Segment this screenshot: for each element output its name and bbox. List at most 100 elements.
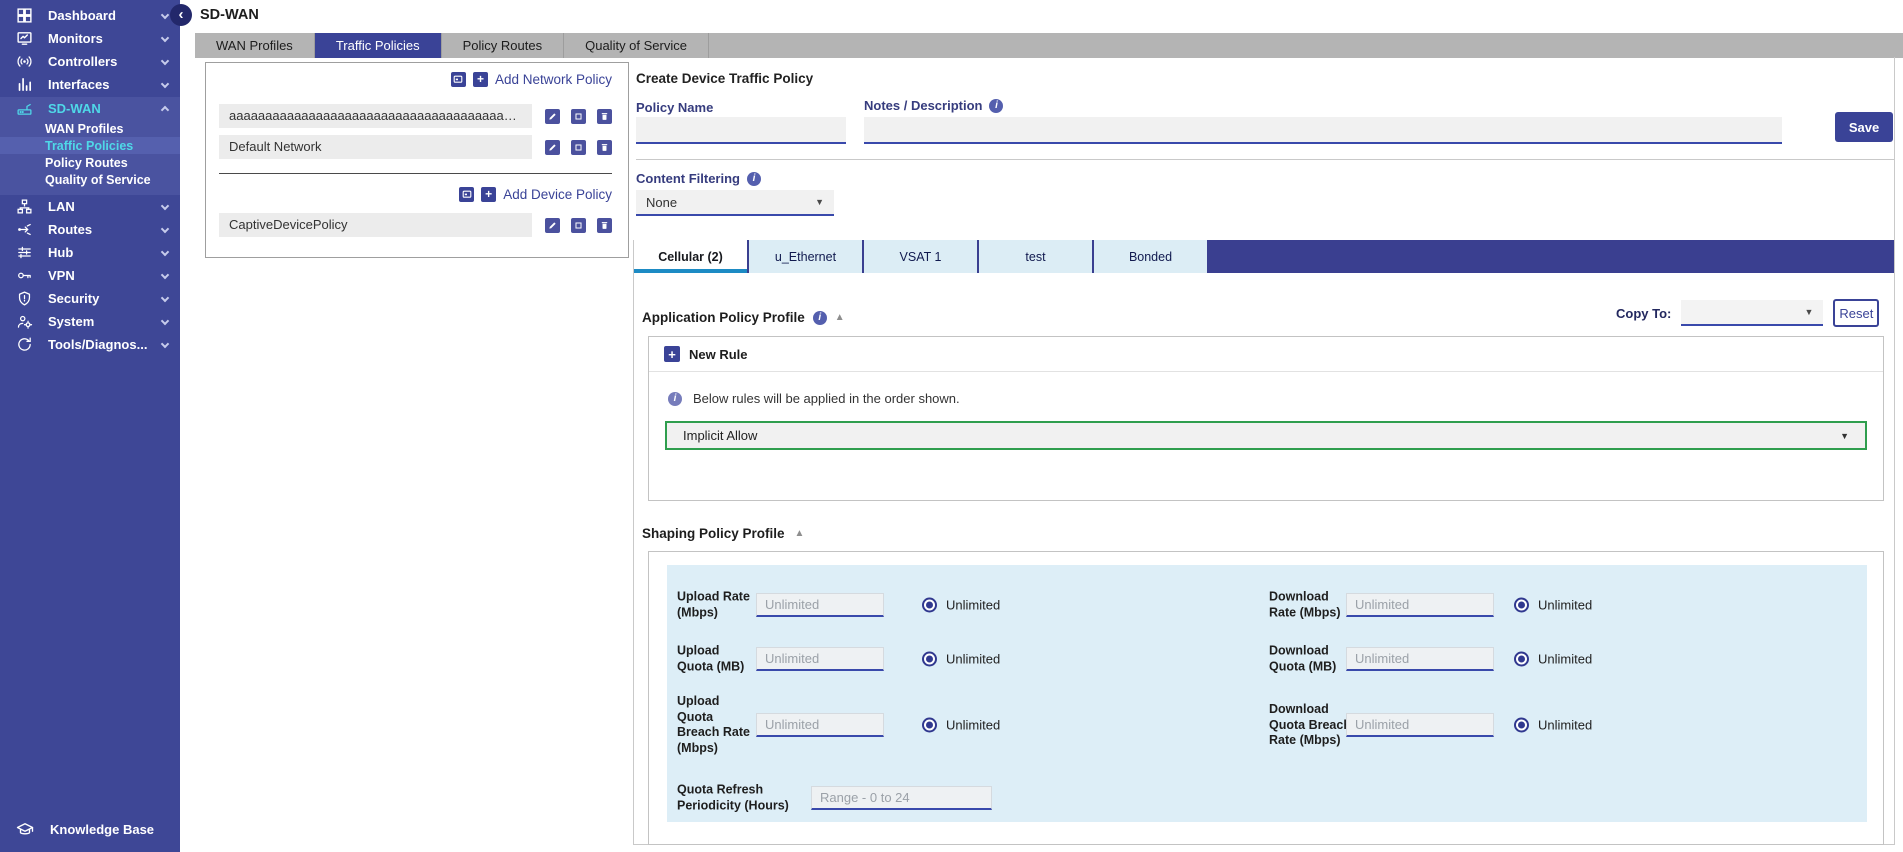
download-breach-rate-input[interactable]: [1346, 713, 1494, 737]
delete-policy-button[interactable]: [597, 109, 612, 124]
policy-name-cell[interactable]: aaaaaaaaaaaaaaaaaaaaaaaaaaaaaaaaaaaaaaaa…: [219, 104, 532, 128]
new-rule-button[interactable]: New Rule: [689, 347, 748, 362]
copy-policy-button[interactable]: [571, 109, 586, 124]
upload-quota-input[interactable]: [756, 647, 884, 671]
policy-list-panel: + Add Network Policy aaaaaaaaaaaaaaaaaaa…: [205, 62, 629, 258]
delete-policy-button[interactable]: [597, 218, 612, 233]
sidebar-item-lan[interactable]: LAN: [0, 195, 180, 218]
add-rule-icon[interactable]: +: [664, 346, 680, 362]
save-button[interactable]: Save: [1835, 112, 1893, 142]
quota-refresh-input[interactable]: [811, 786, 992, 810]
upload-breach-unlimited-option[interactable]: Unlimited: [922, 718, 1000, 733]
download-rate-unlimited-option[interactable]: Unlimited: [1514, 598, 1592, 613]
policy-name-label: Policy Name: [636, 100, 713, 115]
edit-policy-button[interactable]: [545, 140, 560, 155]
sidebar-item-interfaces[interactable]: Interfaces: [0, 73, 180, 96]
interface-tab-bonded[interactable]: Bonded: [1094, 240, 1207, 273]
collapse-section-icon[interactable]: ▲: [835, 312, 845, 323]
download-breach-unlimited-option[interactable]: Unlimited: [1514, 718, 1592, 733]
tab-traffic-policies[interactable]: Traffic Policies: [315, 33, 442, 58]
edit-policy-button[interactable]: [545, 218, 560, 233]
chevron-down-icon: [161, 316, 169, 324]
interface-tab-vsat1[interactable]: VSAT 1: [864, 240, 977, 273]
tab-quality-of-service[interactable]: Quality of Service: [564, 33, 709, 58]
rules-info-text: Below rules will be applied in the order…: [693, 391, 960, 406]
user-gear-icon: [14, 313, 34, 330]
sidebar-item-tools-diagnostics[interactable]: Tools/Diagnos...: [0, 333, 180, 356]
policy-name-input[interactable]: [636, 117, 846, 144]
antenna-icon: [14, 53, 34, 70]
sidebar-subitem-traffic-policies[interactable]: Traffic Policies: [0, 137, 180, 154]
sidebar-item-vpn[interactable]: VPN: [0, 264, 180, 287]
sidebar-item-security[interactable]: Security: [0, 287, 180, 310]
caret-down-icon: ▼: [815, 197, 824, 207]
sidebar-subitem-policy-routes[interactable]: Policy Routes: [0, 154, 180, 171]
app-window: Dashboard Monitors Controllers: [0, 0, 1903, 852]
upload-quota-unlimited-option[interactable]: Unlimited: [922, 652, 1000, 667]
knowledge-base-link[interactable]: Knowledge Base: [0, 816, 180, 842]
sidebar-item-label: Interfaces: [48, 77, 148, 92]
add-icon[interactable]: +: [481, 187, 496, 202]
content-filtering-label: Content Filtering: [636, 171, 740, 186]
interface-tab-u-ethernet[interactable]: u_Ethernet: [749, 240, 862, 273]
sidebar-subitem-quality-of-service[interactable]: Quality of Service: [0, 171, 180, 188]
policy-name-cell[interactable]: CaptiveDevicePolicy: [219, 213, 532, 237]
sidebar-subitem-wan-profiles[interactable]: WAN Profiles: [0, 120, 180, 137]
chevron-down-icon: [161, 339, 169, 347]
edit-policy-button[interactable]: [545, 109, 560, 124]
download-quota-input[interactable]: [1346, 647, 1494, 671]
rule-select-implicit-allow[interactable]: Implicit Allow ▼: [665, 421, 1867, 450]
radio-label: Unlimited: [946, 718, 1000, 733]
copy-policy-button[interactable]: [571, 140, 586, 155]
add-device-policy-button[interactable]: Add Device Policy: [503, 187, 612, 202]
network-policy-row: aaaaaaaaaaaaaaaaaaaaaaaaaaaaaaaaaaaaaaaa…: [219, 104, 612, 128]
radio-selected-icon: [1514, 598, 1529, 613]
upload-rate-unlimited-option[interactable]: Unlimited: [922, 598, 1000, 613]
download-quota-label: Download Quota (MB): [1269, 644, 1357, 675]
sidebar-item-dashboard[interactable]: Dashboard: [0, 4, 180, 27]
sidebar-item-hub[interactable]: Hub: [0, 241, 180, 264]
router-icon: [14, 100, 34, 117]
notes-input[interactable]: [864, 117, 1782, 144]
rule-value: Implicit Allow: [683, 428, 757, 443]
sidebar-collapse-button[interactable]: ‹: [170, 4, 192, 26]
download-quota-unlimited-option[interactable]: Unlimited: [1514, 652, 1592, 667]
tab-policy-routes[interactable]: Policy Routes: [442, 33, 564, 58]
upload-quota-label: Upload Quota (MB): [677, 644, 755, 675]
caret-down-icon: ▼: [1804, 307, 1813, 317]
add-network-policy-button[interactable]: Add Network Policy: [495, 72, 612, 87]
tab-wan-profiles[interactable]: WAN Profiles: [195, 33, 315, 58]
info-icon: i: [668, 392, 682, 406]
interface-tab-test[interactable]: test: [979, 240, 1092, 273]
sidebar-item-controllers[interactable]: Controllers: [0, 50, 180, 73]
copy-to-select[interactable]: ▼: [1681, 300, 1823, 326]
reset-button[interactable]: Reset: [1833, 299, 1879, 327]
import-policy-button[interactable]: [459, 187, 474, 202]
new-rule-row: + New Rule: [649, 337, 1883, 372]
copy-policy-button[interactable]: [571, 218, 586, 233]
interface-tab-cellular[interactable]: Cellular (2): [634, 240, 747, 273]
upload-rate-label: Upload Rate (Mbps): [677, 590, 755, 621]
copy-to-row: Copy To: ▼ Reset: [1616, 299, 1879, 327]
sidebar-item-sdwan[interactable]: SD-WAN: [0, 97, 180, 120]
upload-rate-input[interactable]: [756, 593, 884, 617]
add-icon[interactable]: +: [473, 72, 488, 87]
chevron-down-icon: [161, 79, 169, 87]
download-rate-label: Download Rate (Mbps): [1269, 590, 1357, 621]
delete-policy-button[interactable]: [597, 140, 612, 155]
sidebar-item-routes[interactable]: Routes: [0, 218, 180, 241]
sidebar-item-label: Hub: [48, 245, 148, 260]
upload-breach-rate-input[interactable]: [756, 713, 884, 737]
import-policy-button[interactable]: [451, 72, 466, 87]
collapse-section-icon[interactable]: ▲: [795, 528, 805, 539]
info-icon: i: [989, 99, 1003, 113]
device-policy-row: CaptiveDevicePolicy: [219, 213, 612, 237]
sidebar-item-system[interactable]: System: [0, 310, 180, 333]
radio-selected-icon: [922, 652, 937, 667]
shaping-fields-panel: Upload Rate (Mbps) Unlimited Download Ra…: [667, 565, 1867, 822]
shaping-row-quota-refresh: Quota Refresh Periodicity (Hours): [667, 769, 1867, 827]
download-rate-input[interactable]: [1346, 593, 1494, 617]
policy-name-cell[interactable]: Default Network: [219, 135, 532, 159]
sidebar-item-monitors[interactable]: Monitors: [0, 27, 180, 50]
content-filtering-select[interactable]: None ▼: [636, 190, 834, 216]
